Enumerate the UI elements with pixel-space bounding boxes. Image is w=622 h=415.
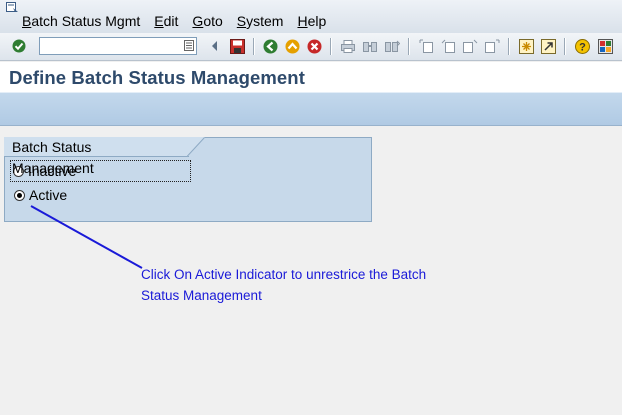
page-title: Define Batch Status Management <box>9 67 305 88</box>
menu-help[interactable]: Help <box>297 13 326 30</box>
command-history-icon[interactable] <box>184 40 194 51</box>
command-input[interactable] <box>40 39 182 55</box>
enter-icon[interactable] <box>11 38 27 54</box>
annotation-callout: Click On Active Indicator to unrestrice … <box>141 264 441 306</box>
last-page-icon[interactable] <box>484 38 500 54</box>
radio-active-label: Active <box>29 187 68 203</box>
shortcut-icon[interactable] <box>540 38 556 54</box>
exit-icon[interactable] <box>284 38 300 54</box>
find-next-icon[interactable] <box>384 38 400 54</box>
title-bar: Define Batch Status Management <box>0 62 622 92</box>
save-icon[interactable] <box>229 38 245 54</box>
menu-batch-status-mgmt[interactable]: Batch Status Mgmt <box>22 13 140 30</box>
group-title: Batch Status Management <box>12 139 94 176</box>
help-icon[interactable]: ? <box>574 38 590 54</box>
menu-system[interactable]: System <box>237 13 284 30</box>
menu-edit[interactable]: Edit <box>154 13 178 30</box>
command-field[interactable] <box>39 37 197 55</box>
print-icon[interactable] <box>340 38 356 54</box>
back-arrow-icon[interactable] <box>207 38 223 54</box>
menu-goto[interactable]: Goto <box>192 13 222 30</box>
group-tab-edge <box>187 137 205 157</box>
create-session-icon[interactable] <box>518 38 534 54</box>
back-icon[interactable] <box>262 38 278 54</box>
group-title-tab: Batch Status Management <box>4 137 189 176</box>
application-toolbar <box>0 92 622 126</box>
cancel-icon[interactable] <box>306 38 322 54</box>
first-page-icon[interactable] <box>418 38 434 54</box>
menu-bar: Batch Status Mgmt Edit Goto System Help <box>0 0 622 34</box>
annotation-line-1: Click On Active Indicator to unrestrice … <box>141 267 427 282</box>
customize-layout-icon[interactable] <box>597 38 613 54</box>
system-menu-icon[interactable] <box>5 2 19 13</box>
radio-active[interactable]: Active <box>14 185 67 205</box>
next-page-icon[interactable] <box>462 38 478 54</box>
standard-toolbar: ? <box>0 33 622 61</box>
find-icon[interactable] <box>362 38 378 54</box>
radio-active-circle[interactable] <box>14 189 25 201</box>
annotation-line-2: Status Management <box>141 288 262 303</box>
previous-page-icon[interactable] <box>440 38 456 54</box>
svg-text:?: ? <box>579 41 586 53</box>
